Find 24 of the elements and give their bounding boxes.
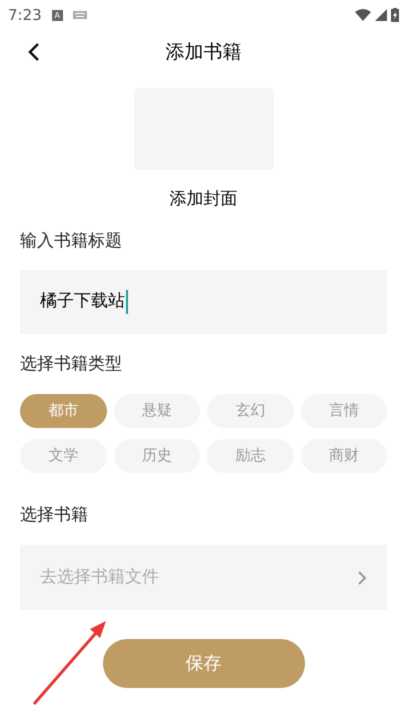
status-time: 7:23 [8,4,42,26]
back-icon [28,42,40,62]
file-picker-label: 选择书籍 [20,504,89,526]
page-title: 添加书籍 [166,40,242,65]
save-button[interactable]: 保存 [102,639,304,688]
chevron-right-icon [357,570,367,586]
genre-chip[interactable]: 历史 [114,438,200,472]
add-cover-label: 添加封面 [170,188,238,211]
genre-chip[interactable]: 励志 [207,438,294,472]
genre-chip[interactable]: 商财 [300,438,387,472]
signal-icon [375,9,387,21]
genre-chip[interactable]: 悬疑 [114,394,200,428]
notification-icon: A [52,10,63,20]
keyboard-icon [72,11,87,19]
genre-label: 选择书籍类型 [20,353,123,376]
battery-icon [391,8,399,22]
genre-chip[interactable]: 文学 [20,438,106,472]
wifi-icon [355,9,371,21]
title-field-label: 输入书籍标题 [20,230,123,252]
file-picker[interactable]: 去选择书籍文件 [20,545,387,610]
genre-chip[interactable]: 玄幻 [207,394,294,428]
genre-chip[interactable]: 言情 [300,394,387,428]
genre-chip[interactable]: 都市 [20,394,106,428]
title-input[interactable]: 橘子下载站 [20,270,387,334]
